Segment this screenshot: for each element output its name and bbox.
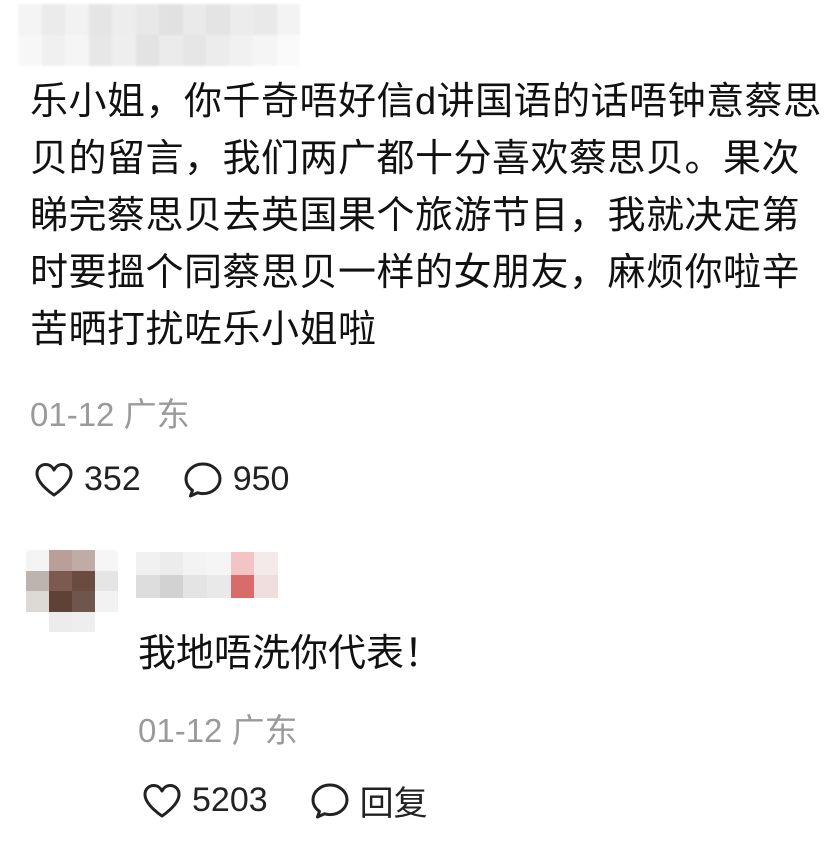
comment-bubble-icon bbox=[310, 782, 350, 820]
reply-label: 回复 bbox=[359, 785, 428, 823]
comment-text: 乐小姐，你千奇唔好信d讲国语的话唔钟意蔡思贝的留言，我们两广都十分喜欢蔡思贝。果… bbox=[30, 81, 822, 351]
comment-bubble-icon bbox=[183, 461, 223, 499]
comment-date: 01-12 bbox=[30, 396, 115, 433]
reply-meta: 01-12 广东 bbox=[138, 704, 298, 752]
reply-text: 我地唔洗你代表！ bbox=[138, 633, 443, 675]
reply-location: 广东 bbox=[231, 712, 298, 749]
heart-icon bbox=[142, 783, 182, 819]
comment-meta: 01-12 广东 bbox=[30, 388, 190, 436]
avatar[interactable] bbox=[26, 550, 118, 632]
blurred-username[interactable] bbox=[136, 552, 278, 598]
reply-date: 01-12 bbox=[138, 712, 223, 749]
like-count: 5203 bbox=[192, 781, 268, 819]
blurred-username[interactable] bbox=[18, 4, 300, 66]
reply-button[interactable]: 回复 bbox=[310, 776, 428, 825]
comment-location: 广东 bbox=[123, 396, 190, 433]
like-count: 352 bbox=[84, 460, 141, 498]
heart-icon bbox=[34, 462, 74, 498]
comment-actions: 352 950 bbox=[34, 460, 289, 499]
reply-actions: 5203 回复 bbox=[142, 776, 428, 825]
like-button[interactable]: 352 bbox=[34, 460, 141, 499]
like-button[interactable]: 5203 bbox=[142, 781, 268, 820]
reply-count-button[interactable]: 950 bbox=[183, 460, 290, 499]
reply-count: 950 bbox=[232, 460, 290, 498]
